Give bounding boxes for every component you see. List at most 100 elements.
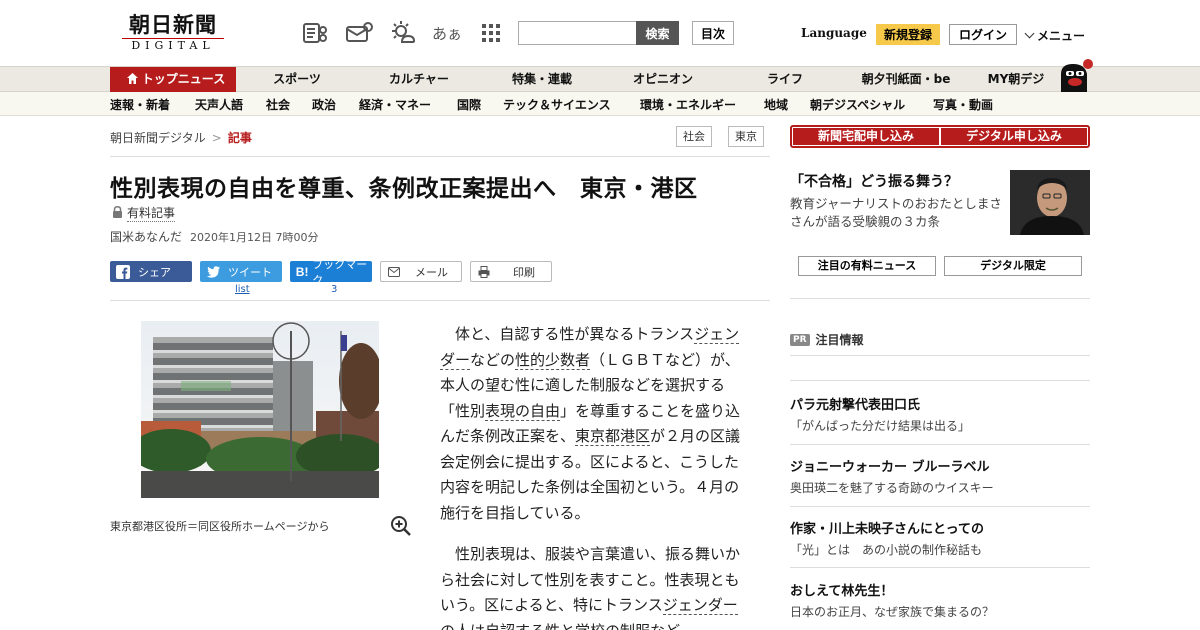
language-link[interactable]: Language [801, 26, 867, 40]
lock-icon [112, 205, 123, 221]
pr-item-title[interactable]: パラ元射撃代表田口氏 [790, 394, 920, 413]
breadcrumb: 朝日新聞デジタル > 記事 [110, 129, 252, 146]
pr-item-subtitle[interactable]: 奥田瑛二を魅了する奇跡のウイスキー [790, 479, 994, 496]
tag-society[interactable]: 社会 [676, 126, 712, 147]
pr-item-subtitle[interactable]: 「がんばった分だけ結果は出る」 [790, 417, 970, 434]
breadcrumb-separator: > [211, 131, 222, 145]
home-icon [126, 68, 138, 93]
register-button[interactable]: 新規登録 [876, 24, 940, 45]
article-headline: 性別表現の自由を尊重、条例改正案提出へ 東京・港区 [110, 176, 698, 202]
divider [110, 156, 770, 157]
tag-tokyo[interactable]: 東京 [728, 126, 764, 147]
pr-item-subtitle[interactable]: 「光」とは あの小説の制作秘話も [790, 541, 982, 558]
main-nav: トップニュース スポーツ カルチャー 特集・連載 オピニオン ライフ 朝夕刊紙面… [0, 66, 1200, 92]
text-segment: などの [470, 350, 516, 369]
keyword-link-expression-freedom[interactable]: 表現の自由 [485, 401, 561, 421]
subnav-latest[interactable]: 速報・新着 [110, 96, 170, 113]
subnav-photo-video[interactable]: 写真・動画 [933, 96, 993, 113]
subnav-tech-science[interactable]: テック＆サイエンス [503, 96, 611, 113]
mail-share-button[interactable]: メール [380, 261, 462, 282]
paid-article-label[interactable]: 有料記事 [112, 204, 176, 222]
divider [790, 380, 1090, 381]
hatena-bookmark-button[interactable]: B! ブックマーク [290, 258, 372, 287]
subnav-international[interactable]: 国際 [457, 96, 481, 113]
search-input[interactable] [518, 21, 638, 45]
pr-badge: PR [790, 333, 810, 346]
nav-item-label: トップニュース [141, 72, 226, 86]
apps-grid-icon[interactable] [476, 19, 506, 47]
promo-description[interactable]: 教育ジャーナリストのおおたとしまささんが語る受験親の３カ条 [790, 195, 1006, 231]
keyword-link-sexual-minority[interactable]: 性的少数者 [515, 350, 591, 370]
mail-share-label: メール [415, 265, 448, 279]
subnav-tensei-jingo[interactable]: 天声人語 [195, 96, 243, 113]
divider [790, 444, 1090, 445]
menu-label: メニュー [1037, 29, 1086, 43]
search-button[interactable]: 検索 [636, 21, 679, 45]
site-header: 朝日新聞 DIGITAL あぁ 検索 目次 Language 新規登録 ログイン… [0, 0, 1200, 66]
promo-title[interactable]: 「不合格」どう振る舞う？ [790, 171, 958, 191]
facebook-share-label: シェア [138, 265, 171, 279]
tv-mail-icon[interactable] [344, 19, 374, 47]
header-icon-bar: あぁ [300, 19, 506, 47]
mascot-icon[interactable] [1057, 58, 1093, 92]
nav-opinion[interactable]: オピニオン [625, 67, 701, 92]
article-photo[interactable] [141, 321, 379, 498]
article-paragraph: 性別表現は、服装や言葉遣い、振る舞いから社会に対して性別を表すこと。性表現ともい… [440, 542, 750, 630]
keyword-link-minato-ward[interactable]: 東京都港区 [575, 427, 651, 446]
tab-digital-only[interactable]: デジタル限定 [944, 256, 1082, 276]
subnav-environment[interactable]: 環境・エネルギー [640, 96, 736, 113]
nav-sports[interactable]: スポーツ [262, 67, 332, 92]
subnav-society[interactable]: 社会 [266, 96, 290, 113]
breadcrumb-current: 記事 [227, 131, 252, 145]
promo-photo[interactable] [1010, 170, 1090, 235]
subnav-special[interactable]: 朝デジスペシャル [810, 96, 905, 113]
print-label: 印刷 [513, 265, 535, 279]
pr-heading: PR 注目情報 [790, 331, 864, 348]
photo-caption: 東京都港区役所＝同区役所ホームページから [110, 520, 330, 533]
menu-button[interactable]: メニュー [1024, 27, 1086, 44]
weather-icon[interactable] [388, 19, 418, 47]
subnav-region[interactable]: 地域 [764, 96, 788, 113]
twitter-share-label: ツイート [228, 265, 272, 279]
twitter-count-link[interactable]: list [235, 284, 250, 295]
login-button[interactable]: ログイン [949, 24, 1017, 45]
text-segment: の人は自認する性と学校の制服など [440, 622, 680, 630]
tab-featured-paid-news[interactable]: 注目の有料ニュース [798, 256, 936, 276]
newspaper-icon[interactable] [300, 19, 330, 47]
article-body: 体と、自認する性が異なるトランスジェンダーなどの性的少数者（ＬＧＢＴなど）が、本… [440, 322, 750, 630]
author-name: 国米あなんだ [110, 230, 183, 244]
printer-icon [475, 263, 493, 281]
nav-my-asadigi[interactable]: MY朝デジ [983, 67, 1049, 92]
twitter-share-button[interactable]: ツイート [200, 261, 282, 282]
pr-item-subtitle[interactable]: 日本のお正月、なぜ家族で集まるの？ [790, 603, 994, 620]
hatena-count-link[interactable]: 3 [331, 284, 337, 295]
nav-top-news[interactable]: トップニュース [110, 67, 236, 92]
pr-item-title[interactable]: 作家・川上未映子さんにとっての [790, 518, 984, 537]
subnav-economy[interactable]: 経済・マネー [359, 96, 431, 113]
font-size-glyph: あぁ [432, 24, 463, 43]
divider [790, 355, 1090, 356]
pr-item-title[interactable]: ジョニーウォーカー ブルーラベル [790, 456, 990, 475]
subscribe-paper-button[interactable]: 新聞宅配申し込み [793, 128, 939, 145]
zoom-in-icon[interactable] [390, 515, 412, 537]
nav-print-edition[interactable]: 朝夕刊紙面・be [854, 67, 958, 92]
subscribe-digital-button[interactable]: デジタル申し込み [941, 128, 1087, 145]
subnav-politics[interactable]: 政治 [312, 96, 336, 113]
subscription-buttons: 新聞宅配申し込み デジタル申し込み [790, 125, 1090, 148]
paid-article-text: 有料記事 [127, 206, 176, 222]
site-logo[interactable]: 朝日新聞 DIGITAL [114, 12, 232, 56]
nav-life[interactable]: ライフ [757, 67, 813, 92]
article-paragraph: 体と、自認する性が異なるトランスジェンダーなどの性的少数者（ＬＧＢＴなど）が、本… [440, 322, 750, 526]
index-button[interactable]: 目次 [692, 21, 734, 45]
facebook-share-button[interactable]: シェア [110, 261, 192, 282]
breadcrumb-home[interactable]: 朝日新聞デジタル [110, 131, 206, 145]
print-button[interactable]: 印刷 [470, 261, 552, 282]
keyword-link-gender[interactable]: ジェンダー [662, 596, 738, 615]
nav-culture[interactable]: カルチャー [380, 67, 458, 92]
font-size-icon[interactable]: あぁ [432, 19, 462, 47]
text-segment: 体と、自認する性が異なるトランス [455, 325, 695, 343]
nav-features[interactable]: 特集・連載 [502, 67, 582, 92]
facebook-icon [114, 263, 132, 281]
pr-heading-text: 注目情報 [815, 333, 864, 347]
pr-item-title[interactable]: おしえて林先生！ [790, 580, 893, 599]
